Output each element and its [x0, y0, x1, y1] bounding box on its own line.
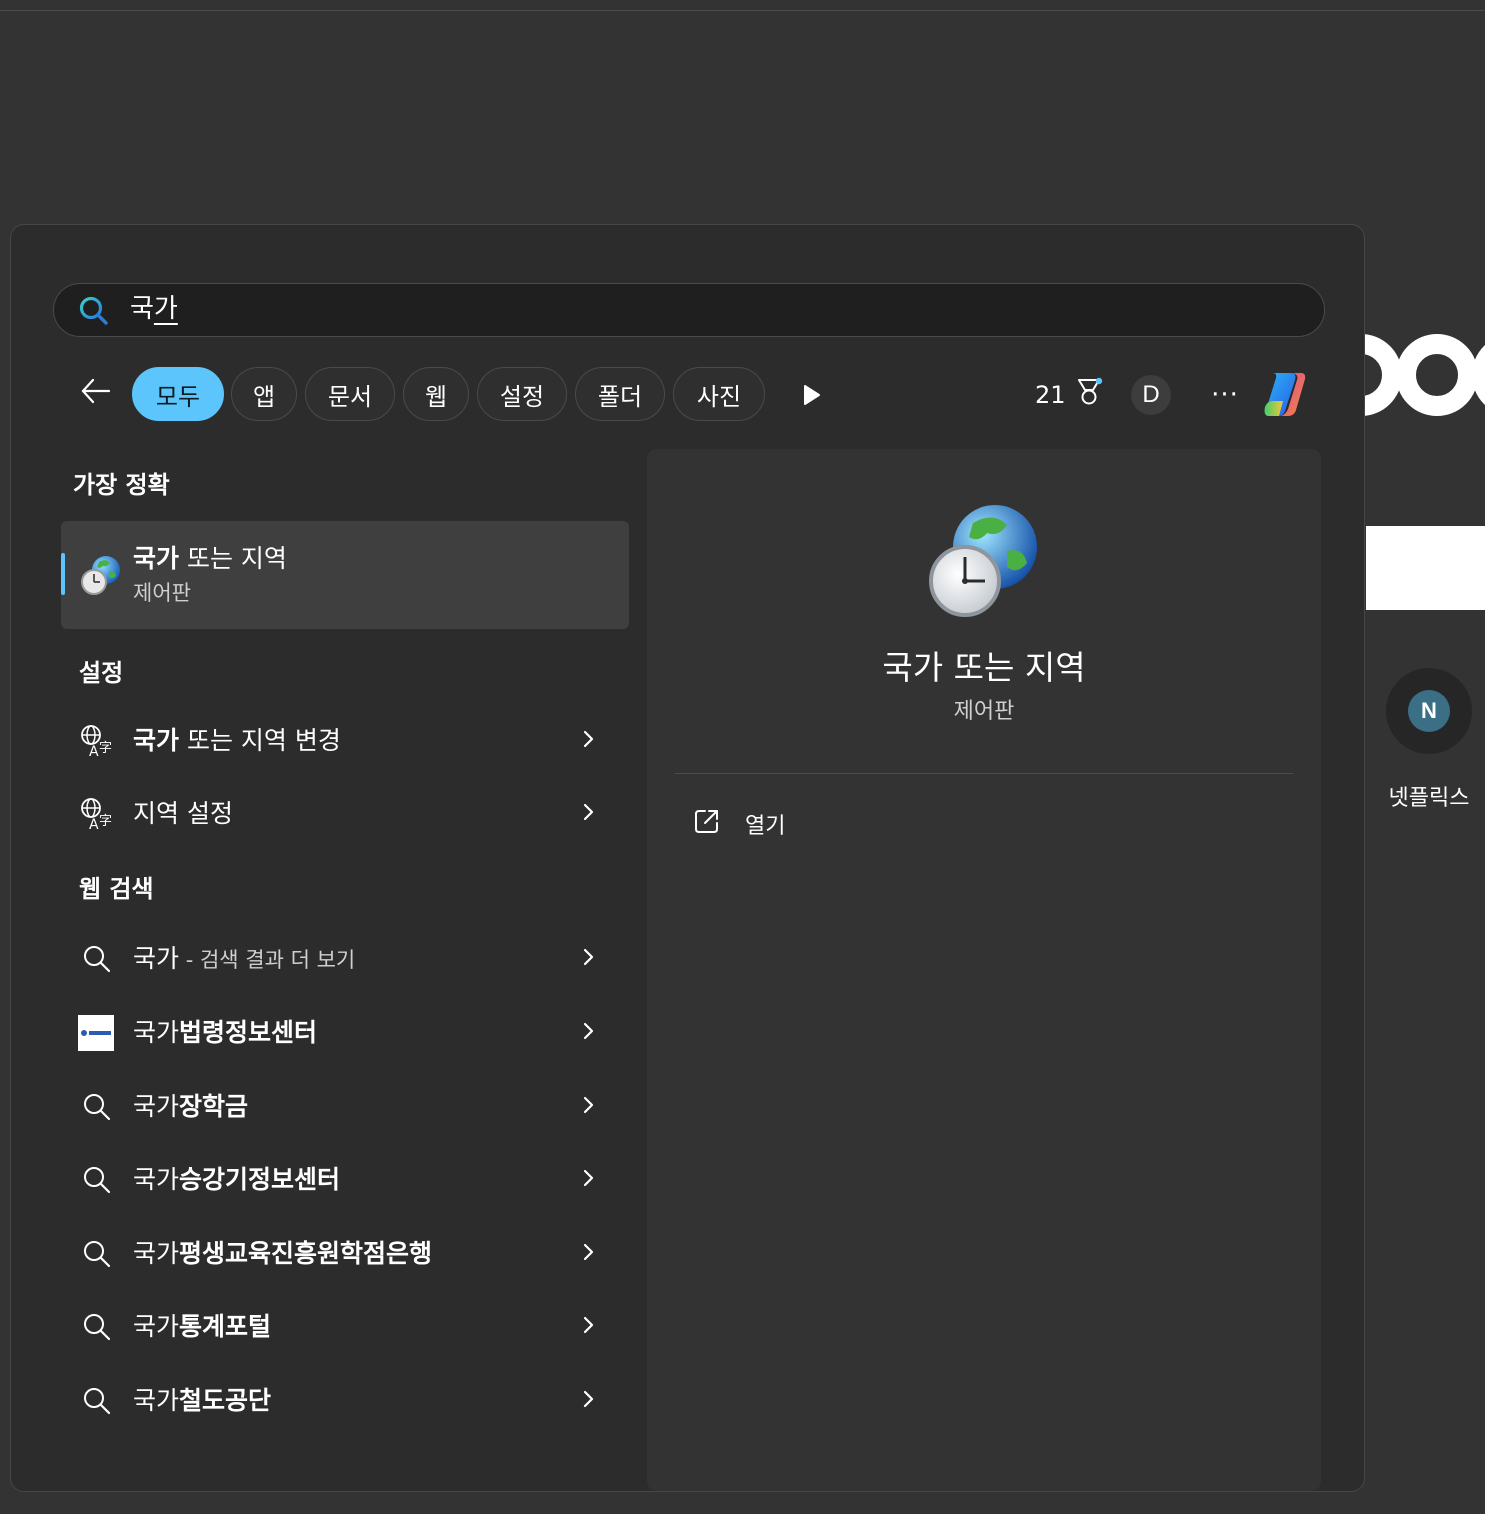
open-action[interactable]: 열기 — [693, 807, 785, 841]
open-external-icon — [693, 807, 721, 841]
chevron-right-icon — [579, 727, 599, 755]
web-result-label: 국가평생교육진흥원학점은행 — [133, 1239, 433, 1268]
filter-settings[interactable]: 설정 — [477, 367, 567, 421]
chevron-right-icon — [579, 1387, 599, 1415]
background-logo — [1360, 330, 1485, 440]
chevron-right-icon — [579, 800, 599, 828]
rewards-medal-icon — [1074, 377, 1104, 413]
web-result-label: 국가철도공단 — [133, 1386, 272, 1415]
preview-title: 국가 또는 지역 — [882, 648, 1086, 687]
points-value: 21 — [1035, 381, 1066, 409]
preview-pane: 국가 또는 지역 제어판 열기 — [647, 449, 1321, 1491]
netflix-icon: N — [1408, 690, 1450, 732]
filter-folders[interactable]: 폴더 — [575, 367, 665, 421]
web-result-label: 국가법령정보센터 — [133, 1018, 318, 1047]
search-icon — [79, 1383, 115, 1419]
chevron-right-icon — [579, 1093, 599, 1121]
filter-apps[interactable]: 앱 — [231, 367, 297, 421]
selection-indicator — [61, 553, 65, 595]
filter-documents[interactable]: 문서 — [305, 367, 395, 421]
language-region-icon: A 字 — [79, 723, 115, 760]
top-divider — [0, 10, 1485, 11]
best-match-subtitle: 제어판 — [133, 581, 191, 605]
filter-web[interactable]: 웹 — [403, 367, 469, 421]
play-more-filters-icon[interactable] — [801, 383, 823, 411]
filter-photos[interactable]: 사진 — [673, 367, 765, 421]
search-input[interactable]: 국가 — [53, 283, 1325, 337]
web-result-item[interactable]: 국가평생교육진흥원학점은행 — [61, 1222, 629, 1282]
web-result-label: 국가승강기정보센터 — [133, 1165, 341, 1194]
search-icon — [79, 1309, 115, 1345]
web-search-heading: 웹 검색 — [79, 875, 154, 903]
web-result-item[interactable]: 국가통계포털 — [61, 1295, 629, 1355]
chevron-right-icon — [579, 1019, 599, 1047]
rewards-points[interactable]: 21 — [1035, 377, 1104, 413]
more-options-icon[interactable]: ··· — [1205, 375, 1245, 415]
search-icon — [79, 1236, 115, 1272]
search-icon — [79, 1089, 115, 1125]
settings-item-label: 국가 또는 지역 변경 — [133, 726, 341, 755]
copilot-icon[interactable] — [1259, 367, 1313, 425]
background-search-bar[interactable] — [1366, 526, 1485, 610]
best-match-title: 국가 또는 지역 — [133, 544, 287, 573]
chevron-right-icon — [579, 1313, 599, 1341]
shortcut-tile-label: 넷플릭스 — [1388, 786, 1470, 811]
search-panel: 국가 모두 앱 문서 웹 설정 폴더 사진 21 D ··· 가장 정확 국가 … — [10, 224, 1365, 1492]
web-result-item[interactable]: 국가철도공단 — [61, 1369, 629, 1429]
preview-divider — [675, 773, 1293, 774]
search-icon — [79, 941, 115, 977]
settings-item-region-change[interactable]: A 字 국가 또는 지역 변경 — [61, 709, 629, 769]
search-icon — [79, 1162, 115, 1198]
svg-text:字: 字 — [99, 814, 112, 829]
preview-subtitle: 제어판 — [953, 699, 1015, 724]
settings-item-region-settings[interactable]: A 字 지역 설정 — [61, 782, 629, 842]
settings-heading: 설정 — [79, 659, 124, 687]
svg-text:A: A — [89, 817, 99, 832]
web-result-label: 국가 - 검색 결과 더 보기 — [133, 944, 356, 973]
web-result-label: 국가통계포털 — [133, 1312, 272, 1341]
language-region-icon: A 字 — [79, 796, 115, 833]
web-result-more[interactable]: 국가 - 검색 결과 더 보기 — [61, 927, 629, 987]
best-match-heading: 가장 정확 — [73, 471, 170, 499]
svg-text:A: A — [89, 744, 99, 759]
web-result-item[interactable]: 국가법령정보센터 — [61, 1001, 629, 1061]
search-query-text: 국가 — [130, 294, 178, 324]
chevron-right-icon — [579, 945, 599, 973]
chevron-right-icon — [579, 1240, 599, 1268]
globe-clock-icon — [79, 553, 123, 601]
best-match-item[interactable]: 국가 또는 지역 제어판 — [61, 521, 629, 629]
account-avatar[interactable]: D — [1131, 375, 1171, 415]
site-favicon-icon — [78, 1015, 114, 1051]
svg-text:字: 字 — [99, 741, 112, 756]
web-result-item[interactable]: 국가장학금 — [61, 1075, 629, 1135]
search-icon — [78, 295, 110, 331]
shortcut-tile-netflix[interactable]: N — [1386, 668, 1472, 754]
back-arrow-icon[interactable] — [77, 373, 113, 409]
filter-all[interactable]: 모두 — [132, 367, 224, 421]
web-result-item[interactable]: 국가승강기정보센터 — [61, 1148, 629, 1208]
open-label: 열기 — [745, 814, 786, 839]
web-result-label: 국가장학금 — [133, 1092, 249, 1121]
settings-item-label: 지역 설정 — [133, 799, 233, 828]
globe-clock-icon — [923, 501, 1047, 629]
chevron-right-icon — [579, 1166, 599, 1194]
